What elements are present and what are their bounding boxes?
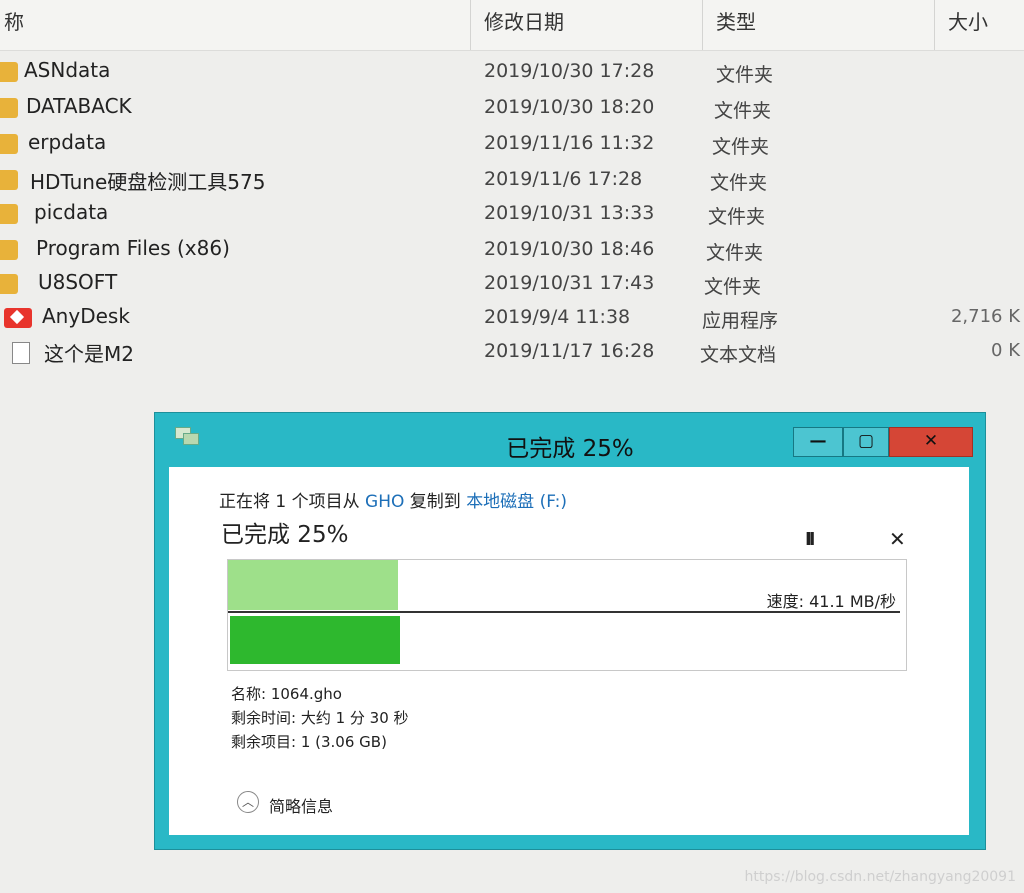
- file-name: AnyDesk: [42, 304, 130, 328]
- fewer-details-label: 简略信息: [269, 797, 334, 816]
- file-size: 2,716 K: [950, 306, 1020, 327]
- column-divider[interactable]: [702, 0, 703, 50]
- file-size: 0 K: [991, 340, 1020, 361]
- progress-status: 已完成 25%: [221, 522, 349, 548]
- folder-icon: [0, 274, 18, 294]
- file-type: 文件夹: [708, 206, 766, 228]
- dialog-body: 正在将 1 个项目从 GHO 复制到 本地磁盘 (F:) 已完成 25% II …: [169, 467, 969, 835]
- file-type: 文件夹: [712, 136, 770, 158]
- speed-graph: 速度: 41.1 MB/秒: [227, 559, 907, 671]
- file-row-asndata[interactable]: ASNdata 2019/10/30 17:28 文件夹: [0, 56, 1024, 90]
- file-row-hdtune[interactable]: HDTune硬盘检测工具575 2019/11/6 17:28 文件夹: [0, 164, 1024, 198]
- file-row-anydesk[interactable]: AnyDesk 2019/9/4 11:38 应用程序 2,716 K: [0, 302, 1024, 336]
- file-type: 文件夹: [714, 100, 772, 122]
- folder-icon: [0, 204, 18, 224]
- cancel-button[interactable]: ✕: [889, 527, 906, 551]
- close-button[interactable]: ✕: [889, 427, 973, 457]
- file-date: 2019/11/17 16:28: [484, 340, 655, 362]
- watermark: https://blog.csdn.net/zhangyang20091: [744, 869, 1016, 885]
- file-name: HDTune硬盘检测工具575: [30, 170, 266, 194]
- column-header-type[interactable]: 类型: [716, 6, 756, 35]
- file-date: 2019/10/31 17:43: [484, 272, 655, 294]
- text-file-icon: [12, 342, 30, 364]
- dialog-title-bar[interactable]: 已完成 25% — ▢ ✕: [155, 413, 985, 467]
- anydesk-icon: [4, 308, 32, 328]
- pause-button[interactable]: II: [805, 529, 816, 550]
- column-header-size[interactable]: 大小: [948, 6, 988, 35]
- source-link[interactable]: GHO: [365, 492, 404, 512]
- file-date: 2019/10/30 18:20: [484, 96, 655, 118]
- desc-prefix: 正在将 1 个项目从: [219, 492, 366, 512]
- file-type: 文件夹: [704, 276, 762, 298]
- target-link[interactable]: 本地磁盘: [466, 492, 534, 512]
- file-date: 2019/10/30 18:46: [484, 238, 655, 260]
- file-name-line: 名称: 1064.gho: [231, 685, 342, 703]
- column-header-date[interactable]: 修改日期: [484, 6, 564, 35]
- folder-icon: [0, 240, 18, 260]
- progress-fill: [230, 616, 400, 664]
- file-type: 文件夹: [710, 172, 768, 194]
- file-date: 2019/9/4 11:38: [484, 306, 631, 328]
- file-type: 文件夹: [706, 242, 764, 264]
- file-date: 2019/10/30 17:28: [484, 60, 655, 82]
- file-name: erpdata: [28, 130, 107, 154]
- file-row-erpdata[interactable]: erpdata 2019/11/16 11:32 文件夹: [0, 128, 1024, 162]
- folder-icon: [0, 62, 18, 82]
- folder-icon: [0, 98, 18, 118]
- desc-suffix: (F:): [534, 492, 568, 512]
- file-name: 这个是M2: [44, 342, 134, 366]
- file-date: 2019/11/6 17:28: [484, 168, 643, 190]
- folder-icon: [0, 170, 18, 190]
- throughput-area: [228, 560, 398, 610]
- items-remaining-line: 剩余项目: 1 (3.06 GB): [231, 733, 387, 751]
- file-type: 应用程序: [702, 310, 779, 332]
- column-header-bar: 称 修改日期 类型 大小: [0, 0, 1024, 51]
- file-name: U8SOFT: [38, 270, 118, 294]
- file-row-program-files[interactable]: Program Files (x86) 2019/10/30 18:46 文件夹: [0, 234, 1024, 268]
- file-row-u8soft[interactable]: U8SOFT 2019/10/31 17:43 文件夹: [0, 268, 1024, 302]
- column-divider[interactable]: [470, 0, 471, 50]
- file-name: Program Files (x86): [36, 236, 230, 260]
- file-name: picdata: [34, 200, 109, 224]
- speed-label: 速度: 41.1 MB/秒: [766, 592, 896, 611]
- copy-description: 正在将 1 个项目从 GHO 复制到 本地磁盘 (F:): [219, 487, 567, 512]
- column-divider[interactable]: [934, 0, 935, 50]
- file-row-databack[interactable]: DATABACK 2019/10/30 18:20 文件夹: [0, 92, 1024, 126]
- file-name: ASNdata: [24, 58, 111, 82]
- chevron-up-icon: ︿: [237, 791, 259, 813]
- file-type: 文件夹: [716, 64, 774, 86]
- file-name: DATABACK: [26, 94, 132, 118]
- file-type: 文本文档: [700, 344, 777, 366]
- desc-middle: 复制到: [404, 492, 467, 512]
- folder-icon: [0, 134, 18, 154]
- time-remaining-line: 剩余时间: 大约 1 分 30 秒: [231, 709, 409, 727]
- maximize-button[interactable]: ▢: [843, 427, 889, 457]
- file-row-m2[interactable]: 这个是M2 2019/11/17 16:28 文本文档 0 K: [0, 336, 1024, 370]
- copy-progress-dialog: 已完成 25% — ▢ ✕ 正在将 1 个项目从 GHO 复制到 本地磁盘 (F…: [154, 412, 986, 850]
- column-header-name[interactable]: 称: [4, 6, 24, 35]
- file-date: 2019/11/16 11:32: [484, 132, 655, 154]
- file-date: 2019/10/31 13:33: [484, 202, 655, 224]
- file-row-picdata[interactable]: picdata 2019/10/31 13:33 文件夹: [0, 198, 1024, 232]
- minimize-button[interactable]: —: [793, 427, 843, 457]
